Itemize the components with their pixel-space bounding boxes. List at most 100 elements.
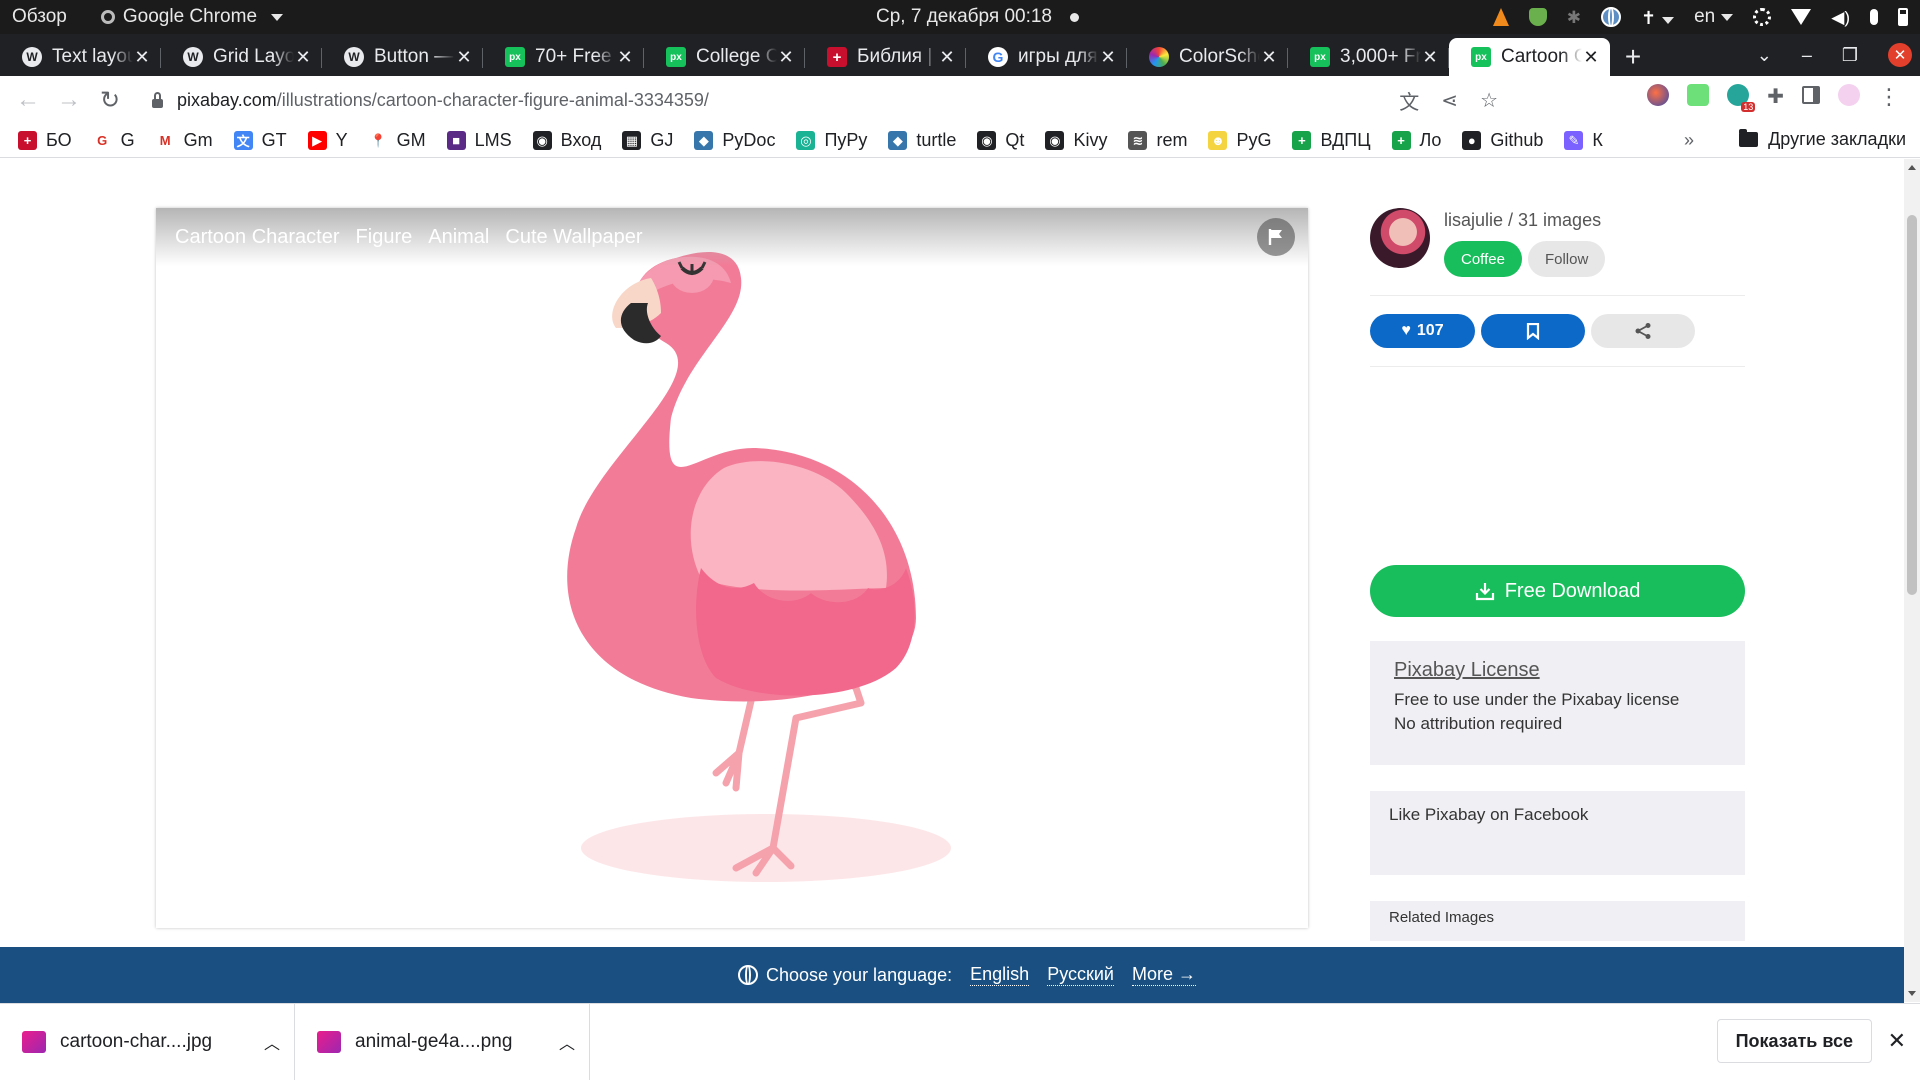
language-more-link[interactable]: More → xyxy=(1131,964,1196,986)
bookmark-item[interactable]: ▶ Y xyxy=(307,130,348,151)
extension-badge-icon[interactable] xyxy=(1727,84,1756,112)
bluetooth-icon[interactable]: ✱ xyxy=(1567,8,1581,27)
extension-firefox-like-icon[interactable] xyxy=(1647,84,1670,106)
tab-close-icon[interactable]: ✕ xyxy=(294,47,312,68)
other-bookmarks-folder[interactable]: Другие закладки xyxy=(1739,129,1906,150)
tab-close-icon[interactable]: ✕ xyxy=(777,47,795,68)
tag-link[interactable]: Cute Wallpaper xyxy=(505,226,642,249)
extension-green-icon[interactable] xyxy=(1687,84,1710,106)
avatar[interactable] xyxy=(1370,208,1430,268)
app-menu[interactable]: Google Chrome xyxy=(100,6,284,28)
keyboard-layout[interactable]: en xyxy=(1694,6,1734,28)
bookmark-item[interactable]: ◆ turtle xyxy=(888,130,956,151)
new-tab-button[interactable]: + xyxy=(1610,38,1656,76)
license-link[interactable]: Pixabay License xyxy=(1394,659,1721,682)
bookmark-item[interactable]: ▦ GJ xyxy=(622,130,673,151)
bookmark-item[interactable]: ✎ К xyxy=(1564,130,1603,151)
bookmark-item[interactable]: ● Github xyxy=(1462,130,1543,151)
tag-link[interactable]: Cartoon Character xyxy=(175,226,340,249)
tab[interactable]: Gигры для ✕ xyxy=(966,38,1127,76)
tab[interactable]: + Библия | ✕ xyxy=(805,38,966,76)
kebab-menu-icon[interactable]: ⋮ xyxy=(1878,84,1900,109)
scroll-down-icon[interactable] xyxy=(1908,991,1916,996)
bookmarks-overflow-button[interactable]: » xyxy=(1684,130,1694,151)
share-button[interactable] xyxy=(1591,314,1695,348)
bookmark-item[interactable]: ☻ PyG xyxy=(1208,130,1271,151)
bookmark-star-icon[interactable]: ☆ xyxy=(1480,88,1498,113)
network-globe-icon[interactable] xyxy=(1601,7,1622,27)
close-icon[interactable]: ✕ xyxy=(1888,1028,1906,1054)
download-item[interactable]: animal-ge4a....png ︿ xyxy=(295,1003,590,1080)
tab[interactable]: px 70+ Free ✕ xyxy=(483,38,644,76)
scroll-thumb[interactable] xyxy=(1907,215,1917,595)
shield-icon[interactable] xyxy=(1528,8,1547,26)
tab[interactable]: W Button — ✕ xyxy=(322,38,483,76)
battery-icon[interactable] xyxy=(1898,8,1908,26)
bookmark-item[interactable]: + БО xyxy=(18,130,72,151)
tab-close-icon[interactable]: ✕ xyxy=(455,47,473,68)
language-russian-link[interactable]: Русский xyxy=(1047,964,1114,986)
chevron-up-icon[interactable]: ︿ xyxy=(264,1030,294,1054)
show-all-downloads-button[interactable]: Показать все xyxy=(1716,1019,1872,1063)
tab-close-icon[interactable]: ✕ xyxy=(1260,47,1278,68)
coffee-button[interactable]: Coffee xyxy=(1444,241,1522,277)
free-download-button[interactable]: Free Download xyxy=(1370,565,1745,617)
tab[interactable]: W Grid Layout✕ xyxy=(161,38,322,76)
tab-search-icon[interactable]: ⌄ xyxy=(1757,45,1772,66)
author-name[interactable]: lisajulie / 31 images xyxy=(1444,210,1605,231)
bookmark-item[interactable]: ◉ Kivy xyxy=(1045,130,1107,151)
bookmark-item[interactable]: ◆ PyDoc xyxy=(694,130,775,151)
download-item[interactable]: cartoon-char....jpg ︿ xyxy=(0,1003,295,1080)
tab[interactable]: px 3,000+ Fr ✕ xyxy=(1288,38,1449,76)
address-bar[interactable]: pixabay.com/illustrations/cartoon-charac… xyxy=(138,81,1498,119)
vlc-icon[interactable] xyxy=(1492,8,1509,26)
bookmark-item[interactable]: ◉ Qt xyxy=(977,130,1024,151)
report-flag-button[interactable] xyxy=(1257,218,1295,256)
window-close-button[interactable]: ✕ xyxy=(1888,43,1912,67)
extensions-puzzle-icon[interactable]: ✚ xyxy=(1767,84,1784,108)
bookmark-item[interactable]: + ВДПЦ xyxy=(1292,130,1371,151)
language-english-link[interactable]: English xyxy=(970,964,1030,986)
side-panel-icon[interactable] xyxy=(1802,86,1820,104)
clock[interactable]: Ср, 7 декабря 00:18 xyxy=(876,6,1079,28)
bookmark-item[interactable]: GG xyxy=(92,130,135,151)
follow-button[interactable]: Follow xyxy=(1527,241,1606,277)
tab[interactable]: px College C ✕ xyxy=(644,38,805,76)
tab-close-icon[interactable]: ✕ xyxy=(133,47,151,68)
tab-close-icon[interactable]: ✕ xyxy=(1099,47,1117,68)
bookmark-item[interactable]: ≋ rem xyxy=(1128,130,1187,151)
restore-button[interactable]: ❐ xyxy=(1842,45,1858,66)
scroll-up-icon[interactable] xyxy=(1908,165,1916,170)
bookmark-item[interactable]: + Ло xyxy=(1391,130,1441,151)
tab-close-icon[interactable]: ✕ xyxy=(616,47,634,68)
bookmark-item[interactable]: 文 GT xyxy=(233,130,287,151)
bookmark-item[interactable]: ◉ Вход xyxy=(532,130,601,151)
bookmark-item[interactable]: ■ LMS xyxy=(446,130,512,151)
lock-icon[interactable] xyxy=(152,91,163,108)
minimize-button[interactable]: – xyxy=(1802,45,1812,66)
share-icon[interactable]: ⋖ xyxy=(1441,88,1458,113)
reload-button[interactable]: ↻ xyxy=(90,80,130,120)
forward-button[interactable]: → xyxy=(49,80,89,120)
bookmark-item[interactable]: ◎ ПуРу xyxy=(796,130,867,151)
tab[interactable]: W Text layout✕ xyxy=(0,38,161,76)
tag-link[interactable]: Figure xyxy=(356,226,413,249)
tab[interactable]: px Cartoon C ✕ xyxy=(1449,38,1610,76)
like-button[interactable]: ♥ 107 xyxy=(1370,314,1475,348)
tab-close-icon[interactable]: ✕ xyxy=(1421,47,1439,68)
translate-icon[interactable]: 文 xyxy=(1399,86,1419,115)
bookmark-item[interactable]: M Gm xyxy=(155,130,213,151)
profile-avatar-icon[interactable] xyxy=(1838,84,1860,106)
save-bookmark-button[interactable] xyxy=(1481,314,1585,348)
activities-button[interactable]: Обзор xyxy=(12,6,67,28)
tab-close-icon[interactable]: ✕ xyxy=(1582,47,1600,68)
tag-link[interactable]: Animal xyxy=(428,226,489,249)
back-button[interactable]: ← xyxy=(8,80,48,120)
main-image-frame[interactable]: Cartoon Character Figure Animal Cute Wal… xyxy=(156,208,1308,928)
page-scrollbar[interactable] xyxy=(1904,159,1920,1002)
accessibility-icon[interactable]: ✝ xyxy=(1641,8,1675,28)
bookmark-item[interactable]: 📍 GM xyxy=(368,130,426,151)
chevron-up-icon[interactable]: ︿ xyxy=(559,1030,589,1054)
tab[interactable]: ColorSche ✕ xyxy=(1127,38,1288,76)
tab-close-icon[interactable]: ✕ xyxy=(938,47,956,68)
